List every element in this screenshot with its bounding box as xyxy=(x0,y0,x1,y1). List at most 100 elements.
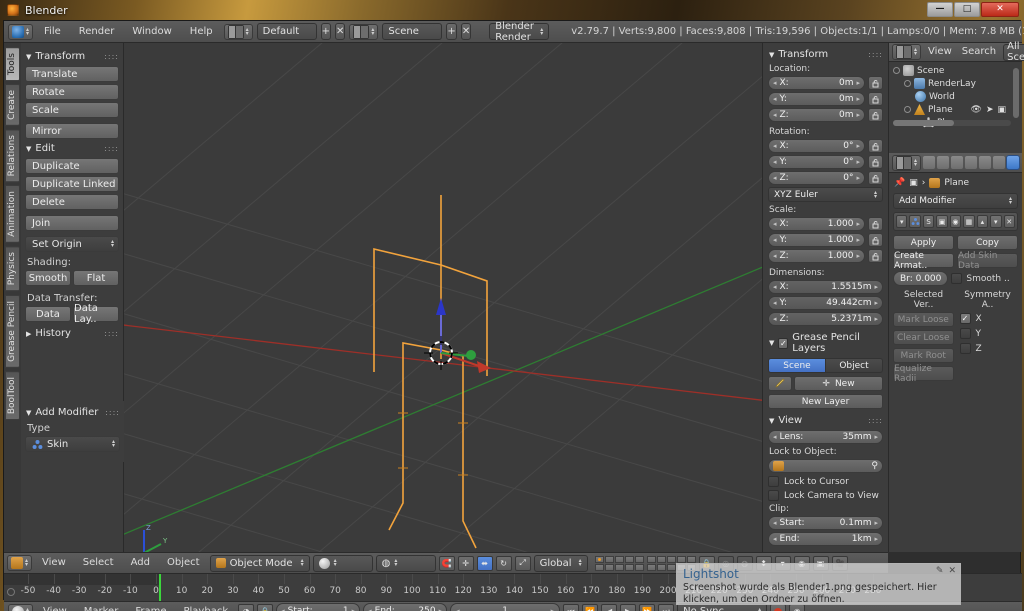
lock-time-button[interactable]: 🔒 xyxy=(257,604,274,611)
symmetry-z-row[interactable]: Z xyxy=(959,343,1019,354)
tab-object[interactable] xyxy=(979,156,992,169)
jump-to-end-button[interactable]: ⏭ xyxy=(658,604,675,611)
increment-arrow-icon[interactable]: ▸ xyxy=(856,174,860,182)
lock-rotation-z-button[interactable] xyxy=(868,171,883,185)
screen-layout-icon-button[interactable]: ▴ ▾ xyxy=(223,23,253,40)
lock-scale-y-button[interactable] xyxy=(868,233,883,247)
outliner-editor-type-selector[interactable]: ▴ ▾ xyxy=(892,44,922,60)
layer-cell[interactable] xyxy=(666,555,676,563)
lock-camera-to-view-checkbox[interactable] xyxy=(768,490,779,501)
eyedropper-icon[interactable]: ⚲ xyxy=(871,461,878,471)
lock-to-cursor-row[interactable]: Lock to Cursor xyxy=(768,476,883,487)
increment-arrow-icon[interactable]: ▸ xyxy=(439,607,443,611)
apply-button[interactable]: Apply xyxy=(893,235,954,250)
show-in-editmode-icon[interactable]: ▦ xyxy=(963,215,975,228)
scale-x-field[interactable]: ◂ X: 1.000 ▸ xyxy=(768,217,865,231)
increment-arrow-icon[interactable]: ▸ xyxy=(874,299,878,307)
dimensions-x-field[interactable]: ◂ X: 1.5515m ▸ xyxy=(768,280,883,294)
decrement-arrow-icon[interactable]: ◂ xyxy=(773,111,777,119)
clear-loose-button[interactable]: Clear Loose xyxy=(893,330,954,345)
viewport-menu-object[interactable]: Object xyxy=(160,555,207,571)
lock-camera-to-view-row[interactable]: Lock Camera to View xyxy=(768,490,883,501)
manipulator-toggle[interactable]: ✛ xyxy=(457,555,474,571)
rotation-mode-dropdown[interactable]: XYZ Euler ▴ ▾ xyxy=(768,187,883,202)
increment-arrow-icon[interactable]: ▸ xyxy=(551,607,555,611)
close-button[interactable]: ✕ xyxy=(981,2,1019,17)
tool-tab-tools[interactable]: Tools xyxy=(5,47,20,82)
decrement-arrow-icon[interactable]: ◂ xyxy=(773,95,777,103)
outliner-horizontal-scrollbar[interactable] xyxy=(893,120,1011,126)
layer-cell[interactable] xyxy=(634,563,644,571)
history-panel-header[interactable]: ▶ History :::: xyxy=(26,328,119,339)
location-z-field[interactable]: ◂ Z: 0m ▸ xyxy=(768,108,865,122)
decrement-arrow-icon[interactable]: ◂ xyxy=(773,174,777,182)
equalize-radii-button[interactable]: Equalize Radii xyxy=(893,364,954,384)
gp-brush-dropdown[interactable] xyxy=(768,376,792,391)
increment-arrow-icon[interactable]: ▸ xyxy=(874,433,878,441)
join-button[interactable]: Join xyxy=(25,215,119,231)
edit-panel-header[interactable]: ▼ Edit :::: xyxy=(26,143,119,154)
location-x-field[interactable]: ◂ X: 0m ▸ xyxy=(768,76,865,90)
lock-scale-x-button[interactable] xyxy=(868,217,883,231)
set-origin-dropdown[interactable]: Set Origin ▴ ▾ xyxy=(25,236,119,252)
lock-location-z-button[interactable] xyxy=(868,108,883,122)
layer-cell[interactable] xyxy=(676,555,686,563)
dimensions-y-field[interactable]: ◂ Y: 49.442cm ▸ xyxy=(768,296,883,310)
decrement-arrow-icon[interactable]: ◂ xyxy=(773,315,777,323)
add-screen-layout-button[interactable]: + xyxy=(320,23,332,40)
decrement-arrow-icon[interactable]: ◂ xyxy=(773,236,777,244)
gp-tab-scene[interactable]: Scene xyxy=(768,358,826,373)
lock-scale-z-button[interactable] xyxy=(868,249,883,263)
collapse-toggle-icon[interactable] xyxy=(904,106,911,113)
end-frame-field[interactable]: ◂ End: 250 ▸ xyxy=(363,603,448,611)
decrement-arrow-icon[interactable]: ◂ xyxy=(773,79,777,87)
viewport-editor-type-selector[interactable]: ▴ ▾ xyxy=(7,555,33,571)
decrement-arrow-icon[interactable]: ◂ xyxy=(456,607,460,611)
increment-arrow-icon[interactable]: ▸ xyxy=(856,111,860,119)
add-skin-data-button[interactable]: Add Skin Data xyxy=(957,251,1018,271)
tab-render[interactable] xyxy=(923,156,936,169)
increment-arrow-icon[interactable]: ▸ xyxy=(856,79,860,87)
layer-cell[interactable] xyxy=(614,563,624,571)
timeline-menu-playback[interactable]: Playback xyxy=(177,604,236,611)
menu-file[interactable]: File xyxy=(37,24,68,40)
show-in-viewport-icon[interactable]: ◉ xyxy=(949,215,962,228)
layer-cell[interactable] xyxy=(646,555,656,563)
transform-orientation-selector[interactable]: Global ▴ ▾ xyxy=(533,554,588,572)
duplicate-linked-button[interactable]: Duplicate Linked xyxy=(25,176,119,192)
decrement-arrow-icon[interactable]: ◂ xyxy=(773,433,777,441)
layers-block-first[interactable] xyxy=(594,555,644,571)
layer-cell[interactable] xyxy=(634,555,644,563)
symmetry-y-checkbox[interactable] xyxy=(959,328,971,339)
scene-selector[interactable]: Scene xyxy=(382,23,443,40)
symmetry-y-row[interactable]: Y xyxy=(959,328,1019,339)
delete-screen-layout-button[interactable]: ✕ xyxy=(335,23,346,40)
increment-arrow-icon[interactable]: ▸ xyxy=(856,142,860,150)
delete-modifier-icon[interactable]: ✕ xyxy=(1003,215,1015,228)
scale-y-field[interactable]: ◂ Y: 1.000 ▸ xyxy=(768,233,865,247)
properties-editor-type-selector[interactable]: ▴ ▾ xyxy=(892,154,922,171)
rotation-x-field[interactable]: ◂ X: 0° ▸ xyxy=(768,139,865,153)
increment-arrow-icon[interactable]: ▸ xyxy=(856,158,860,166)
duplicate-button[interactable]: Duplicate xyxy=(25,158,119,174)
clip-end-field[interactable]: ◂ End: 1km ▸ xyxy=(768,532,883,546)
symmetry-x-row[interactable]: ✓ X xyxy=(959,313,1019,324)
smooth-shading-checkbox[interactable] xyxy=(951,273,963,284)
scale-manipulator-button[interactable]: ⤢ xyxy=(514,555,531,571)
renderable-camera-icon[interactable]: ▣ xyxy=(997,105,1006,115)
jump-to-prev-keyframe-button[interactable]: ⏪ xyxy=(582,604,599,611)
add-modifier-dropdown[interactable]: Add Modifier ▴ ▾ xyxy=(893,193,1018,209)
outliner-row-scene[interactable]: Scene xyxy=(893,64,1022,77)
tool-tab-grease-pencil[interactable]: Grease Pencil xyxy=(5,294,20,368)
screen-layout-selector[interactable]: Default xyxy=(256,23,317,40)
visibility-eye-icon[interactable]: 👁 xyxy=(971,105,982,115)
pivot-point-selector[interactable]: ◍ ▴ ▾ xyxy=(375,554,436,572)
lock-location-x-button[interactable] xyxy=(868,76,883,90)
decrement-arrow-icon[interactable]: ◂ xyxy=(281,607,285,611)
rotation-z-field[interactable]: ◂ Z: 0° ▸ xyxy=(768,171,865,185)
menu-render[interactable]: Render xyxy=(72,24,122,40)
lock-rotation-x-button[interactable] xyxy=(868,139,883,153)
gp-new-layer-button[interactable]: New Layer xyxy=(768,394,883,409)
dimensions-z-field[interactable]: ◂ Z: 5.2371m ▸ xyxy=(768,312,883,326)
data-layers-button[interactable]: Data Lay.. xyxy=(73,303,119,325)
